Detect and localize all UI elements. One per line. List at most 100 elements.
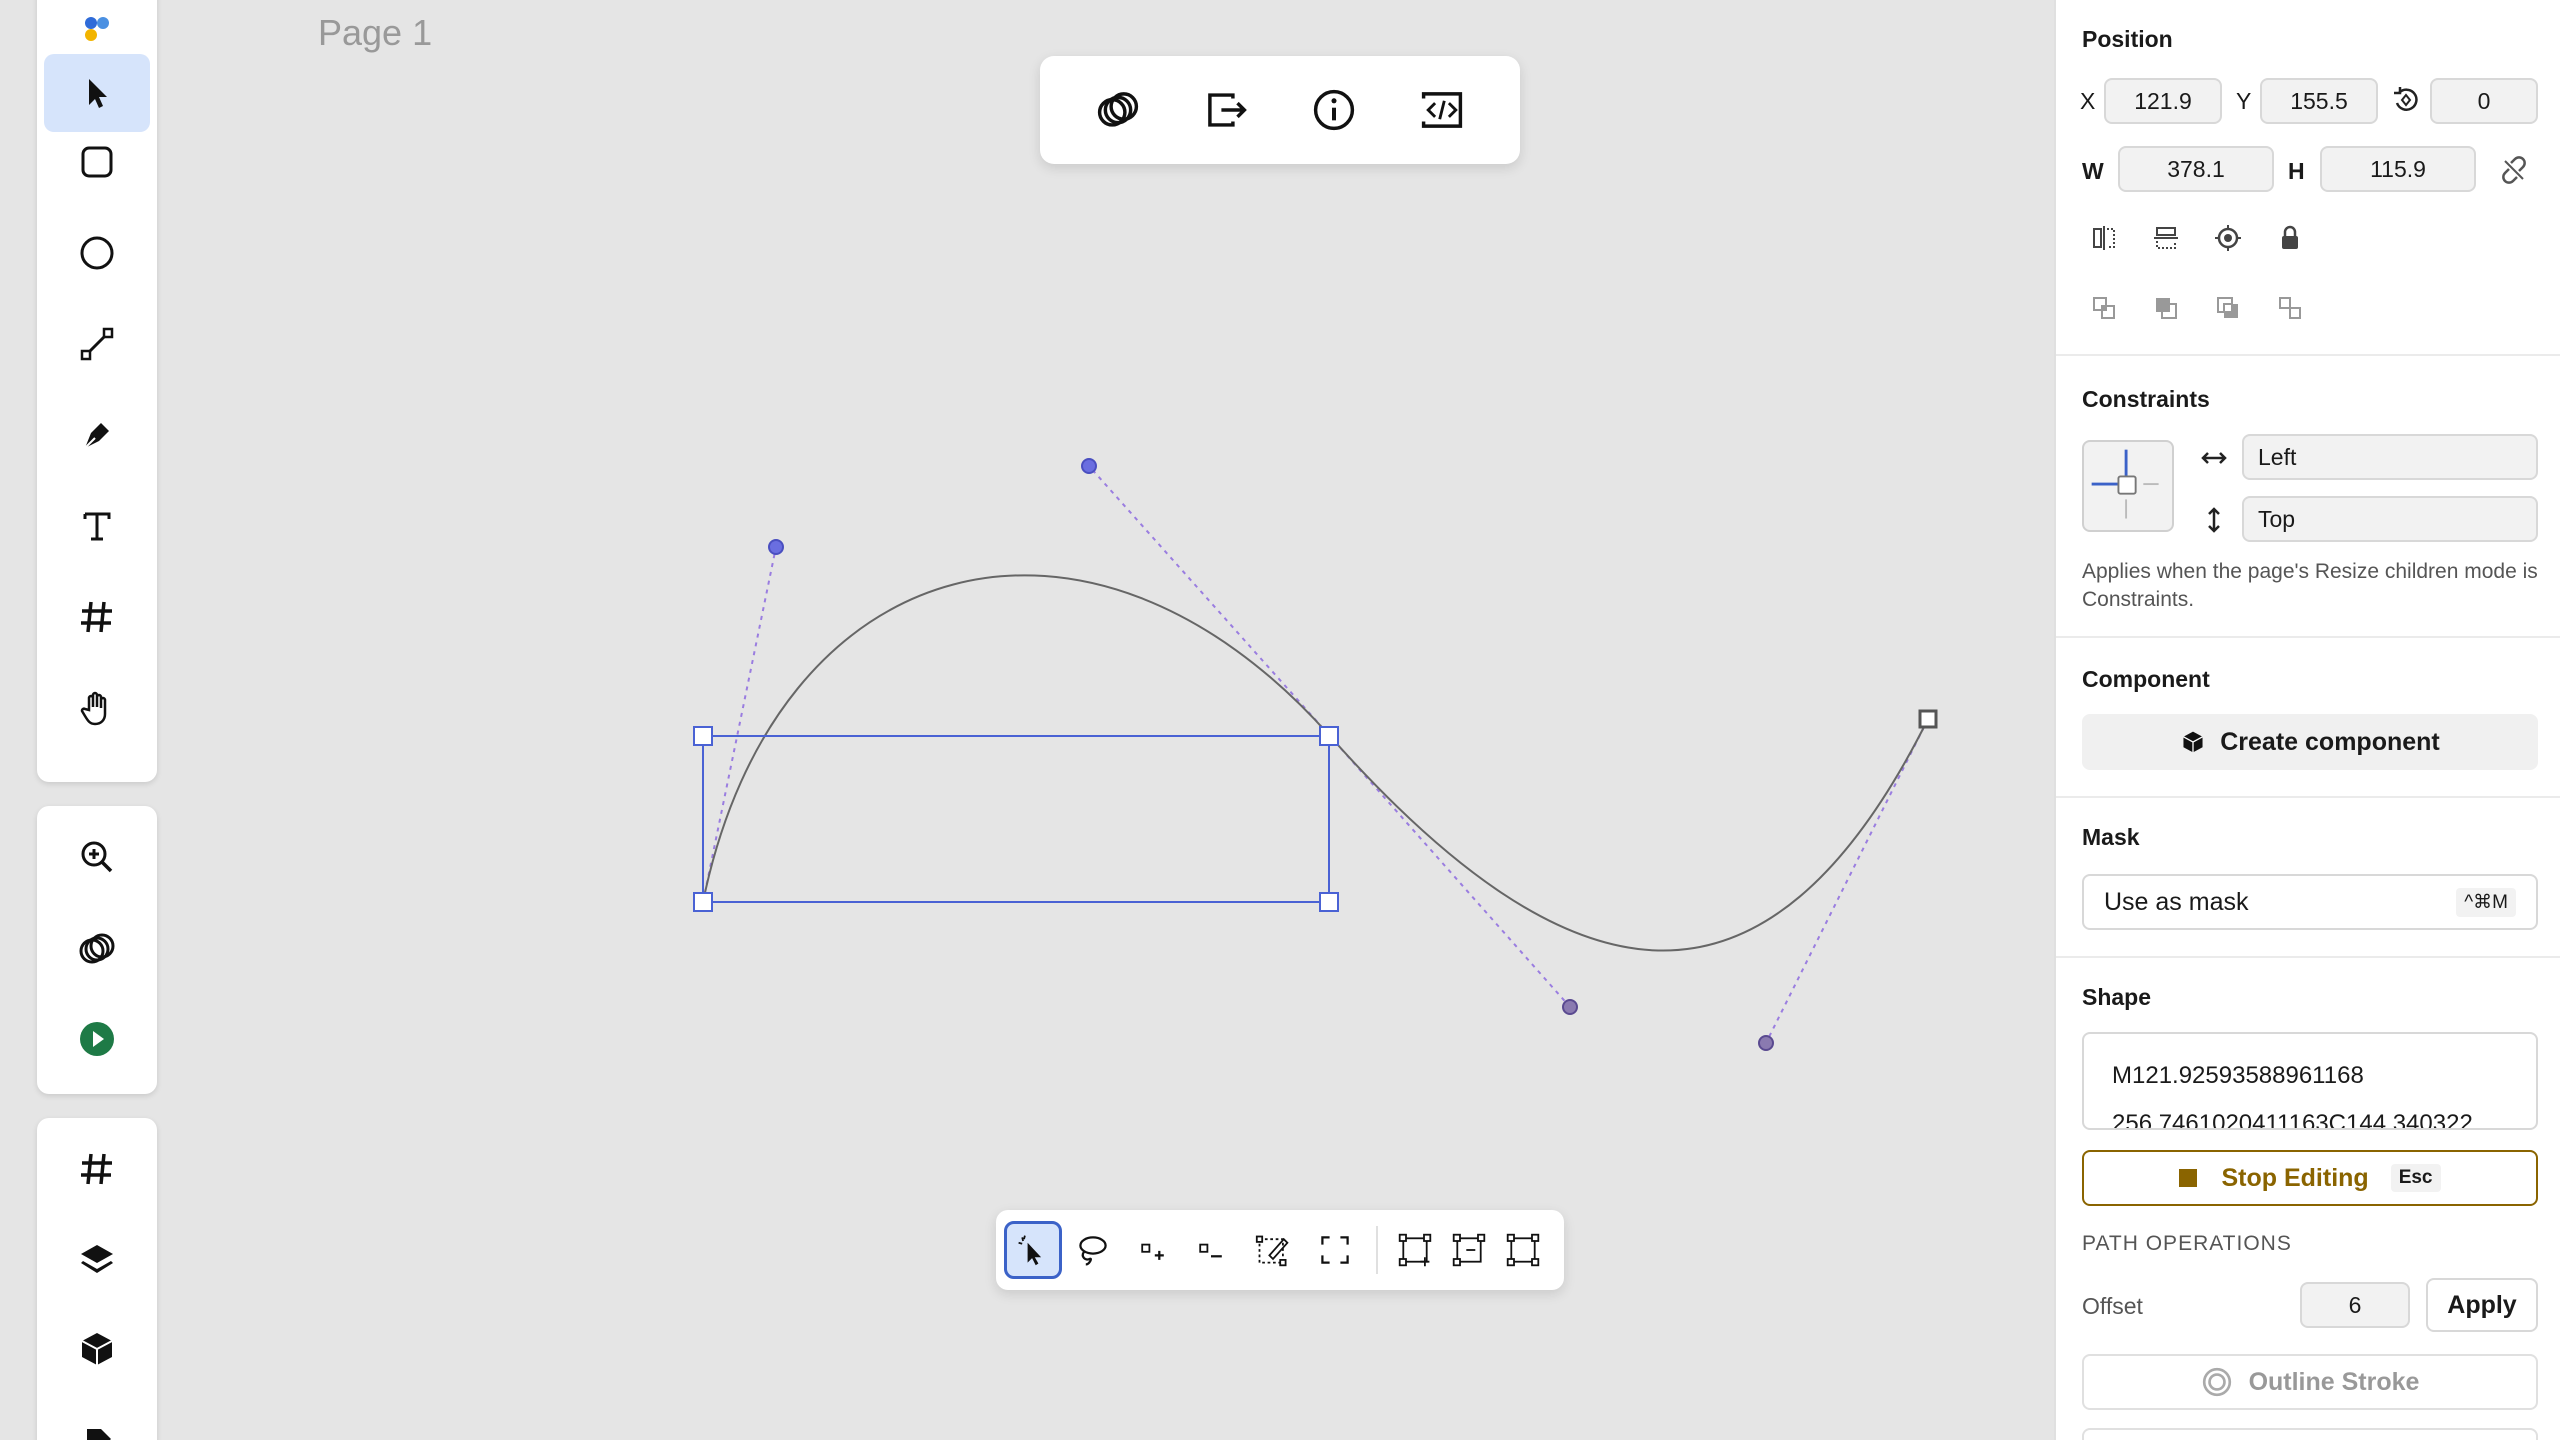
flip-vertical-icon <box>2154 227 2178 249</box>
properties-panel: Position X 121.9 Y 155.5 0 W 378.1 H 115… <box>2054 0 2560 1440</box>
handle-line <box>1765 718 1929 1044</box>
code-icon <box>1421 92 1463 128</box>
move-tool[interactable] <box>44 54 150 132</box>
x-field[interactable]: 121.9 <box>2104 78 2222 124</box>
insert-node-icon <box>1398 1233 1432 1267</box>
flip-vertical-button[interactable] <box>2144 216 2188 260</box>
rotation-field[interactable]: 0 <box>2430 78 2538 124</box>
frames-button[interactable] <box>44 1130 150 1208</box>
next-button-partial[interactable] <box>2082 1428 2538 1440</box>
use-as-mask-label: Use as mask <box>2104 887 2249 916</box>
h-label: H <box>2288 158 2305 184</box>
vertical-arrows-icon <box>2192 498 2236 542</box>
line-tool[interactable] <box>44 305 150 383</box>
embed-code-button[interactable] <box>1407 75 1477 145</box>
bezier-path[interactable] <box>702 574 1929 952</box>
x-label: X <box>2080 88 2096 114</box>
path-operations-title: PATH OPERATIONS <box>2082 1232 2292 1255</box>
height-field[interactable]: 115.9 <box>2320 146 2476 192</box>
constrain-proportions-button[interactable] <box>2492 148 2536 192</box>
y-field[interactable]: 155.5 <box>2260 78 2378 124</box>
create-component-button[interactable]: Create component <box>2082 714 2538 770</box>
layers-button[interactable] <box>44 1220 150 1298</box>
resize-handle[interactable] <box>1319 892 1339 912</box>
arrange-forward-icon <box>2093 297 2115 319</box>
outline-stroke-label: Outline Stroke <box>2248 1367 2420 1396</box>
align-nodes-button[interactable] <box>1494 1221 1552 1279</box>
close-path-button[interactable] <box>1306 1221 1364 1279</box>
ellipse-icon <box>80 236 114 270</box>
text-tool[interactable] <box>44 487 150 565</box>
send-backward-button[interactable] <box>2206 286 2250 330</box>
target-icon <box>2215 225 2241 251</box>
mask-title: Mask <box>2082 824 2140 850</box>
outline-stroke-button[interactable]: Outline Stroke <box>2082 1354 2538 1410</box>
boolean-operations-button[interactable] <box>1083 75 1153 145</box>
ellipse-tool[interactable] <box>44 214 150 292</box>
resize-handle[interactable] <box>693 892 713 912</box>
control-handle[interactable] <box>768 539 784 555</box>
resize-handle[interactable] <box>693 726 713 746</box>
anchor-point[interactable] <box>1918 709 1938 729</box>
offset-field[interactable]: 6 <box>2300 1282 2410 1328</box>
hand-tool[interactable] <box>44 669 150 747</box>
info-button[interactable] <box>1299 75 1369 145</box>
cube-icon <box>81 1333 113 1365</box>
export-button[interactable] <box>1191 75 1261 145</box>
components-button[interactable] <box>44 1310 150 1388</box>
tool-panel-tertiary <box>37 1118 157 1440</box>
mask-shortcut: ^⌘M <box>2456 887 2516 917</box>
lock-button[interactable] <box>2268 216 2312 260</box>
resize-handle[interactable] <box>1319 726 1339 746</box>
boolean-tool[interactable] <box>44 910 150 988</box>
frame-tool[interactable] <box>44 578 150 656</box>
handle-line <box>702 546 777 903</box>
edit-path-button[interactable] <box>1244 1221 1302 1279</box>
select-points-button[interactable] <box>1004 1221 1062 1279</box>
play-button[interactable] <box>44 1000 150 1078</box>
more-tools-button[interactable] <box>44 1400 150 1440</box>
stop-editing-button[interactable]: Stop Editing Esc <box>2082 1150 2538 1206</box>
control-handle[interactable] <box>1081 458 1097 474</box>
bring-forward-button[interactable] <box>2082 286 2126 330</box>
control-handle[interactable] <box>1562 999 1578 1015</box>
remove-point-button[interactable] <box>1182 1221 1240 1279</box>
vertical-constraint-select[interactable]: Top <box>2242 496 2538 542</box>
bring-to-front-button[interactable] <box>2144 286 2188 330</box>
path-data-textarea[interactable]: M121.92593588961168 256.7461020411163C14… <box>2082 1032 2538 1130</box>
tool-panel-main <box>37 0 157 782</box>
send-to-back-button[interactable] <box>2268 286 2312 330</box>
use-as-mask-button[interactable]: Use as mask ^⌘M <box>2082 874 2538 930</box>
pen-tool[interactable] <box>44 396 150 474</box>
section-divider <box>2056 956 2560 958</box>
target-button[interactable] <box>2206 216 2250 260</box>
component-title: Component <box>2082 666 2210 692</box>
insert-node-button[interactable] <box>1386 1221 1444 1279</box>
w-label: W <box>2082 158 2104 184</box>
pen-icon <box>84 423 109 449</box>
constraints-title: Constraints <box>2082 386 2210 412</box>
lasso-button[interactable] <box>1064 1221 1122 1279</box>
horizontal-constraint-select[interactable]: Left <box>2242 434 2538 480</box>
flip-horizontal-button[interactable] <box>2082 216 2126 260</box>
width-field[interactable]: 378.1 <box>2118 146 2274 192</box>
add-point-button[interactable] <box>1124 1221 1182 1279</box>
page-title: Page 1 <box>318 12 433 53</box>
remove-node-icon <box>1199 1243 1222 1258</box>
horizontal-arrows-icon <box>2192 436 2236 480</box>
delete-node-button[interactable] <box>1440 1221 1498 1279</box>
apply-button[interactable]: Apply <box>2426 1278 2538 1332</box>
line-icon <box>80 327 114 361</box>
arrange-backward-icon <box>2217 297 2238 318</box>
rectangle-tool[interactable] <box>44 123 150 201</box>
control-handle[interactable] <box>1758 1035 1774 1051</box>
stop-square-icon <box>2179 1169 2198 1187</box>
zoom-tool[interactable] <box>44 818 150 896</box>
constraints-widget[interactable] <box>2082 440 2174 532</box>
section-divider <box>2056 636 2560 638</box>
add-node-icon <box>1141 1243 1164 1260</box>
boolean-rings-icon <box>79 933 115 964</box>
zoom-in-icon <box>81 841 113 873</box>
selection-toolbar <box>1040 56 1520 164</box>
constraints-note: Applies when the page's Resize children … <box>2082 560 2538 611</box>
